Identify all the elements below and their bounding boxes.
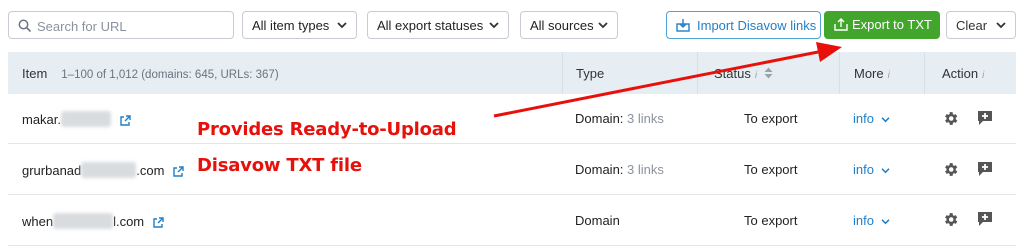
action-header-label: Action	[942, 66, 979, 81]
item-type-filter[interactable]: All item types	[242, 11, 357, 39]
external-link-icon[interactable]	[153, 217, 164, 228]
action-column-header: Action i	[942, 66, 984, 81]
info-dropdown[interactable]: info	[853, 162, 890, 177]
column-divider	[924, 52, 925, 94]
type-cell: Domain	[575, 213, 620, 228]
item-cell: makar.	[22, 111, 131, 127]
import-disavow-button[interactable]: Import Disavow links	[666, 11, 821, 39]
item-url-suffix: .com	[136, 163, 165, 178]
chevron-down-icon	[337, 22, 347, 29]
chevron-down-icon	[881, 168, 890, 174]
info-dropdown[interactable]: info	[853, 111, 890, 126]
export-to-txt-label: Export to TXT	[852, 17, 932, 32]
external-link-icon[interactable]	[119, 115, 131, 126]
table-row: makar. Domain: 3 links To export info	[8, 94, 1016, 144]
redacted-text	[61, 111, 112, 127]
links-count[interactable]: 3 links	[627, 111, 664, 126]
annotation-line-2: Disavow TXT file	[197, 155, 362, 176]
item-column-header: Item 1–100 of 1,012 (domains: 645, URLs: …	[22, 66, 279, 81]
status-cell: To export	[744, 162, 798, 177]
gear-icon[interactable]	[942, 211, 959, 228]
table-header: Item 1–100 of 1,012 (domains: 645, URLs: …	[8, 52, 1016, 94]
item-header-label: Item	[22, 66, 48, 81]
import-icon	[676, 19, 690, 32]
table-row: when l.com Domain To export info	[8, 196, 1016, 246]
type-column-header: Type	[576, 66, 604, 81]
sort-icon[interactable]	[764, 67, 773, 79]
export-icon	[834, 18, 848, 31]
type-label: Domain:	[575, 162, 624, 177]
status-cell: To export	[744, 213, 798, 228]
gear-icon[interactable]	[942, 161, 959, 178]
type-cell: Domain: 3 links	[575, 111, 664, 126]
type-header-label: Type	[576, 66, 605, 81]
info-dropdown[interactable]: info	[853, 213, 890, 228]
chevron-down-icon	[881, 219, 890, 225]
import-disavow-label: Import Disavow links	[697, 18, 817, 33]
item-url-prefix: grurbanad	[22, 163, 82, 178]
info-link[interactable]: info	[853, 111, 874, 126]
info-icon: i	[754, 70, 758, 81]
table-row: grurbanad .com Domain: 3 links To export …	[8, 145, 1016, 195]
status-header-label: Status	[714, 66, 751, 81]
comment-add-icon[interactable]	[976, 160, 994, 178]
more-column-header: More i	[854, 66, 890, 81]
info-link[interactable]: info	[853, 213, 874, 228]
gear-icon[interactable]	[942, 110, 959, 127]
column-divider	[562, 52, 563, 94]
annotation-line-1: Provides Ready-to-Upload	[197, 119, 457, 140]
chevron-down-icon	[598, 22, 608, 29]
item-type-filter-label: All item types	[252, 18, 330, 33]
info-icon: i	[887, 70, 890, 81]
chevron-down-icon	[996, 22, 1006, 29]
type-label: Domain:	[575, 111, 624, 126]
item-cell: grurbanad .com	[22, 162, 184, 178]
info-link[interactable]: info	[853, 162, 874, 177]
sources-filter-label: All sources	[530, 18, 594, 33]
redacted-text	[53, 213, 114, 229]
item-range-label: 1–100 of 1,012 (domains: 645, URLs: 367)	[61, 69, 279, 81]
status-cell: To export	[744, 111, 798, 126]
search-icon	[18, 19, 31, 32]
item-url-prefix: makar.	[22, 112, 62, 127]
more-header-label: More	[854, 66, 884, 81]
external-link-icon[interactable]	[173, 166, 184, 177]
clear-button[interactable]: Clear	[946, 11, 1016, 39]
status-column-header[interactable]: Status i	[714, 66, 773, 81]
item-url-suffix: l.com	[113, 214, 145, 229]
comment-add-icon[interactable]	[976, 210, 994, 228]
column-divider	[839, 52, 840, 94]
export-status-filter[interactable]: All export statuses	[367, 11, 509, 39]
redacted-text	[81, 162, 137, 178]
toolbar: All item types All export statuses All s…	[8, 11, 1016, 39]
chevron-down-icon	[881, 117, 890, 123]
search-input[interactable]	[37, 16, 227, 36]
sources-filter[interactable]: All sources	[520, 11, 618, 39]
clear-label: Clear	[956, 18, 988, 33]
item-cell: when l.com	[22, 213, 164, 229]
export-status-filter-label: All export statuses	[377, 18, 484, 33]
column-divider	[697, 52, 698, 94]
comment-add-icon[interactable]	[976, 109, 994, 127]
export-to-txt-button[interactable]: Export to TXT	[824, 11, 940, 39]
type-label: Domain	[575, 213, 620, 228]
type-cell: Domain: 3 links	[575, 162, 664, 177]
info-icon: i	[982, 70, 985, 81]
links-count[interactable]: 3 links	[627, 162, 664, 177]
item-url-prefix: when	[22, 214, 54, 229]
chevron-down-icon	[489, 22, 499, 29]
search-box[interactable]	[8, 11, 234, 39]
